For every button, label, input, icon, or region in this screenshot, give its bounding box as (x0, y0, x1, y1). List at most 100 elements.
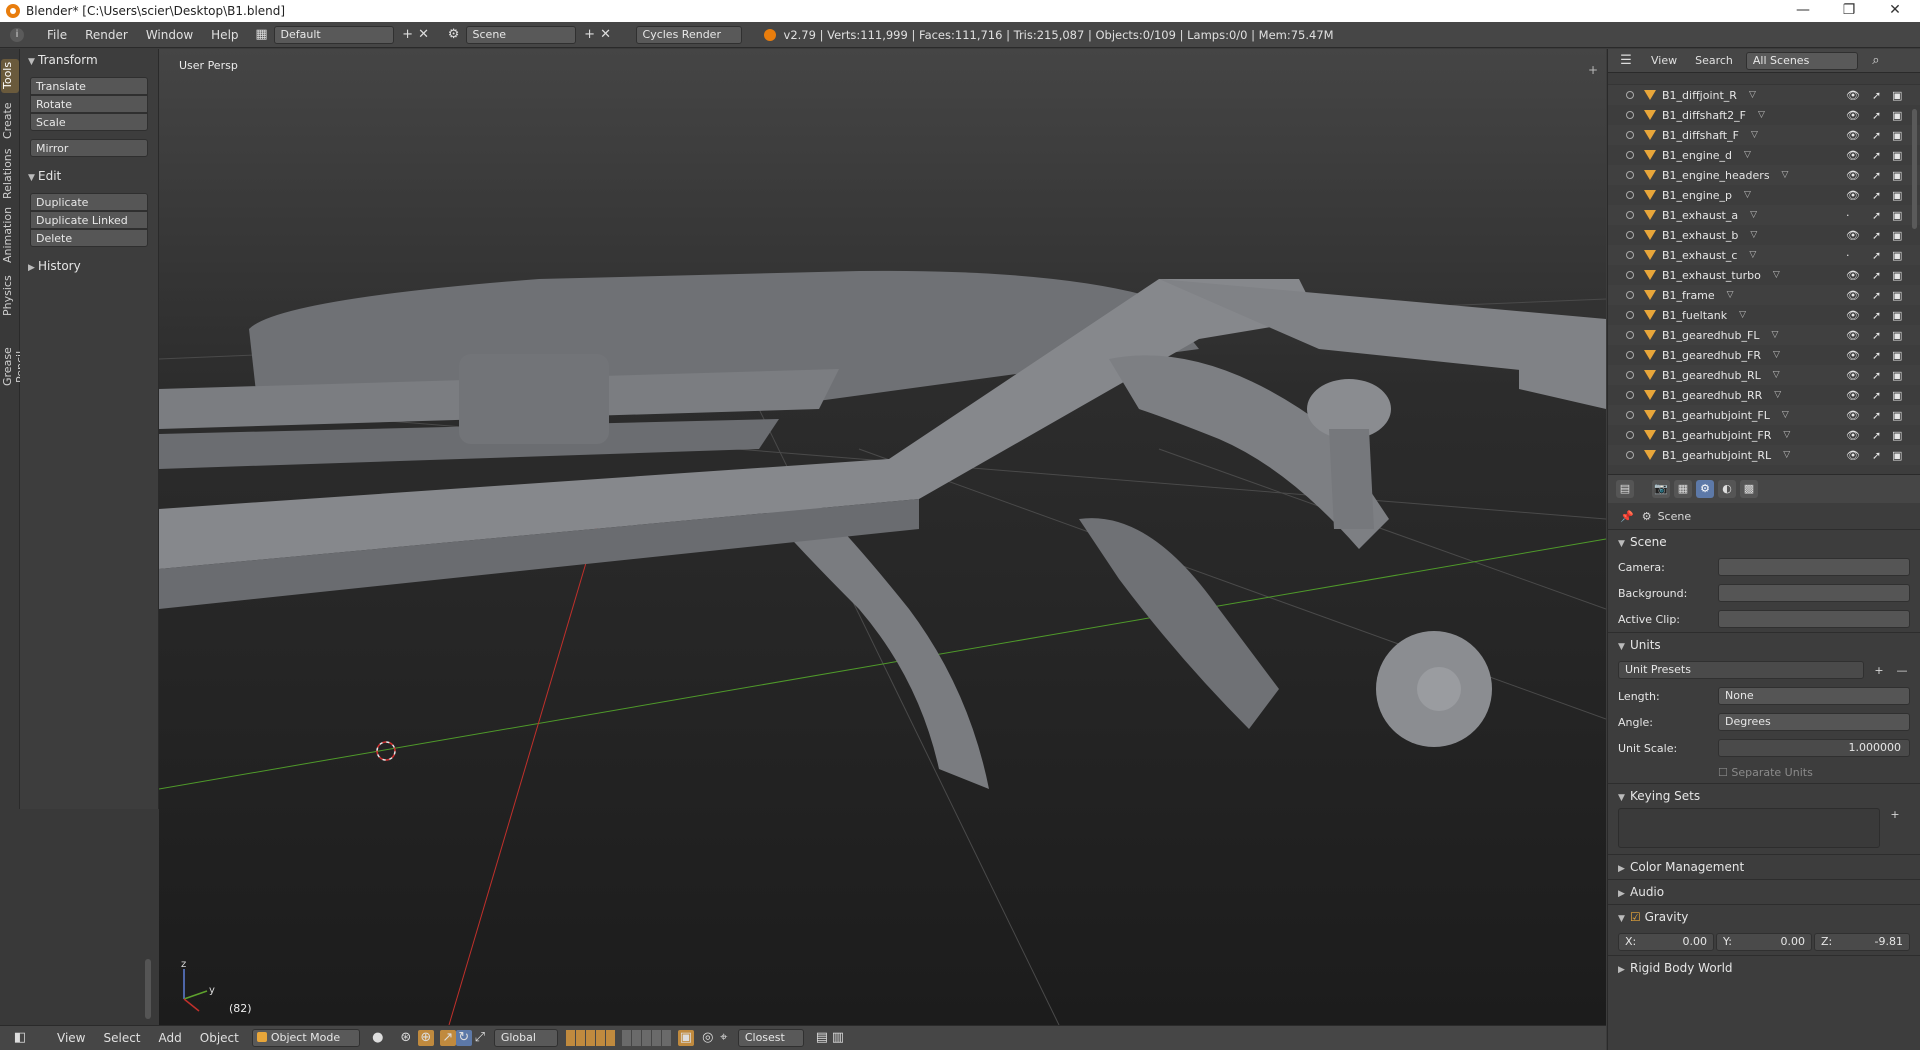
units-panel-header[interactable]: ▼ Units (1618, 633, 1910, 657)
expand-icon[interactable] (1626, 431, 1634, 439)
visibility-eye-icon[interactable]: 👁 (1846, 169, 1860, 182)
menu-view[interactable]: View (48, 1031, 94, 1045)
expand-icon[interactable] (1626, 151, 1634, 159)
menu-help[interactable]: Help (202, 28, 247, 42)
add-scene-button[interactable]: + (582, 27, 598, 43)
audio-panel-header[interactable]: ▶ Audio (1618, 880, 1910, 904)
object-name[interactable]: B1_diffshaft2_F (1662, 109, 1746, 122)
tab-grease-pencil[interactable]: Grease Pencil (1, 327, 27, 407)
expand-icon[interactable] (1626, 451, 1634, 459)
outliner-row[interactable]: B1_engine_d ▽ 👁 ➚ ▣ (1608, 145, 1920, 165)
visibility-eye-icon[interactable]: 👁 (1846, 409, 1860, 422)
object-name[interactable]: B1_gearedhub_RL (1662, 369, 1761, 382)
outliner-row[interactable]: B1_diffjoint_R ▽ 👁 ➚ ▣ (1608, 85, 1920, 105)
visibility-eye-icon[interactable]: 👁 (1846, 129, 1860, 142)
render-camera-icon[interactable]: ▣ (1892, 109, 1902, 122)
rotate-manipulator-icon[interactable]: ↻ (455, 1030, 472, 1046)
remove-scene-button[interactable]: ✕ (598, 27, 614, 43)
expand-icon[interactable] (1626, 91, 1634, 99)
tab-tools[interactable]: Tools (1, 59, 19, 93)
editor-type-icon[interactable]: ▤ (1616, 480, 1634, 498)
manipulator-toggle-icon[interactable]: ⊕ (417, 1030, 434, 1046)
menu-select[interactable]: Select (94, 1031, 149, 1045)
screen-layout-icon[interactable]: ▦ (254, 27, 270, 43)
scene-field[interactable]: Scene (465, 25, 576, 44)
outliner-row[interactable]: B1_fueltank ▽ 👁 ➚ ▣ (1608, 305, 1920, 325)
object-name[interactable]: B1_exhaust_turbo (1662, 269, 1761, 282)
close-button[interactable]: ✕ (1872, 0, 1918, 22)
outliner-row[interactable]: B1_gearedhub_FR ▽ 👁 ➚ ▣ (1608, 345, 1920, 365)
render-camera-icon[interactable]: ▣ (1892, 169, 1902, 182)
object-name[interactable]: B1_frame (1662, 289, 1715, 302)
object-name[interactable]: B1_exhaust_a (1662, 209, 1738, 222)
tab-animation[interactable]: Animation (1, 207, 19, 267)
selectable-arrow-icon[interactable]: ➚ (1872, 89, 1881, 102)
visibility-eye-icon[interactable]: 👁 (1846, 149, 1860, 162)
expand-icon[interactable] (1626, 331, 1634, 339)
selectable-arrow-icon[interactable]: ➚ (1872, 349, 1881, 362)
object-name[interactable]: B1_fueltank (1662, 309, 1727, 322)
hidden-eye-icon[interactable]: · (1846, 249, 1850, 262)
outliner-row[interactable]: B1_exhaust_c ▽ · ➚ ▣ (1608, 245, 1920, 265)
object-name[interactable]: B1_gearedhub_FL (1662, 329, 1759, 342)
unit-presets-select[interactable]: Unit Presets (1618, 661, 1864, 679)
outliner-row[interactable]: B1_exhaust_turbo ▽ 👁 ➚ ▣ (1608, 265, 1920, 285)
visibility-eye-icon[interactable]: 👁 (1846, 429, 1860, 442)
object-name[interactable]: B1_diffshaft_F (1662, 129, 1739, 142)
tab-create[interactable]: Create (1, 99, 19, 143)
object-name[interactable]: B1_engine_p (1662, 189, 1732, 202)
render-engine-select[interactable]: Cycles Render (635, 25, 742, 44)
object-name[interactable]: B1_gearedhub_RR (1662, 389, 1762, 402)
selectable-arrow-icon[interactable]: ➚ (1872, 149, 1881, 162)
expand-icon[interactable] (1626, 131, 1634, 139)
expand-icon[interactable] (1626, 411, 1634, 419)
scene-selector-icon[interactable]: ⚙ (446, 27, 462, 43)
visibility-eye-icon[interactable]: 👁 (1846, 329, 1860, 342)
visibility-eye-icon[interactable]: 👁 (1846, 389, 1860, 402)
expand-icon[interactable] (1626, 111, 1634, 119)
menu-add[interactable]: Add (150, 1031, 191, 1045)
expand-icon[interactable] (1626, 211, 1634, 219)
add-keying-set-button[interactable]: + (1880, 808, 1910, 848)
pivot-point-icon[interactable]: ⊛ (398, 1030, 414, 1046)
outliner-scrollbar[interactable] (1912, 109, 1917, 229)
remove-layout-button[interactable]: ✕ (416, 27, 432, 43)
duplicate-linked-button[interactable]: Duplicate Linked (30, 211, 148, 229)
visibility-eye-icon[interactable]: 👁 (1846, 369, 1860, 382)
outliner-view-menu[interactable]: View (1642, 54, 1686, 67)
color-management-panel-header[interactable]: ▶ Color Management (1618, 855, 1910, 879)
selectable-arrow-icon[interactable]: ➚ (1872, 429, 1881, 442)
render-camera-icon[interactable]: ▣ (1892, 289, 1902, 302)
screen-layout-field[interactable]: Default (273, 25, 394, 44)
outliner-row[interactable]: B1_engine_headers ▽ 👁 ➚ ▣ (1608, 165, 1920, 185)
visibility-eye-icon[interactable]: 👁 (1846, 449, 1860, 462)
layers-grid-1[interactable] (565, 1030, 616, 1046)
render-camera-icon[interactable]: ▣ (1892, 189, 1902, 202)
render-camera-icon[interactable]: ▣ (1892, 269, 1902, 282)
proportional-edit-icon[interactable]: ◎ (700, 1030, 716, 1046)
outliner-filter-select[interactable]: All Scenes (1745, 51, 1858, 70)
visibility-eye-icon[interactable]: 👁 (1846, 229, 1860, 242)
outliner-row[interactable]: B1_gearedhub_RL ▽ 👁 ➚ ▣ (1608, 365, 1920, 385)
expand-icon[interactable] (1626, 391, 1634, 399)
background-field[interactable] (1718, 584, 1910, 602)
object-name[interactable]: B1_exhaust_c (1662, 249, 1737, 262)
visibility-eye-icon[interactable]: 👁 (1846, 89, 1860, 102)
menu-render[interactable]: Render (76, 28, 137, 42)
expand-icon[interactable] (1626, 371, 1634, 379)
duplicate-button[interactable]: Duplicate (30, 193, 148, 211)
snap-target-select[interactable]: Closest (737, 1029, 804, 1047)
outliner-row[interactable]: B1_gearhubjoint_RL ▽ 👁 ➚ ▣ (1608, 445, 1920, 465)
selectable-arrow-icon[interactable]: ➚ (1872, 329, 1881, 342)
add-layout-button[interactable]: + (400, 27, 416, 43)
outliner-row[interactable]: B1_diffshaft_F ▽ 👁 ➚ ▣ (1608, 125, 1920, 145)
transform-orientation-select[interactable]: Global (493, 1029, 558, 1047)
gravity-x-field[interactable]: X: 0.00 (1618, 933, 1714, 951)
menu-window[interactable]: Window (137, 28, 202, 42)
render-camera-icon[interactable]: ▣ (1892, 249, 1902, 262)
add-preset-button[interactable]: + (1864, 664, 1894, 677)
translate-button[interactable]: Translate (30, 77, 148, 95)
object-name[interactable]: B1_gearhubjoint_FR (1662, 429, 1771, 442)
separate-units-checkbox[interactable]: ☐ Separate Units (1718, 766, 1813, 779)
selectable-arrow-icon[interactable]: ➚ (1872, 389, 1881, 402)
